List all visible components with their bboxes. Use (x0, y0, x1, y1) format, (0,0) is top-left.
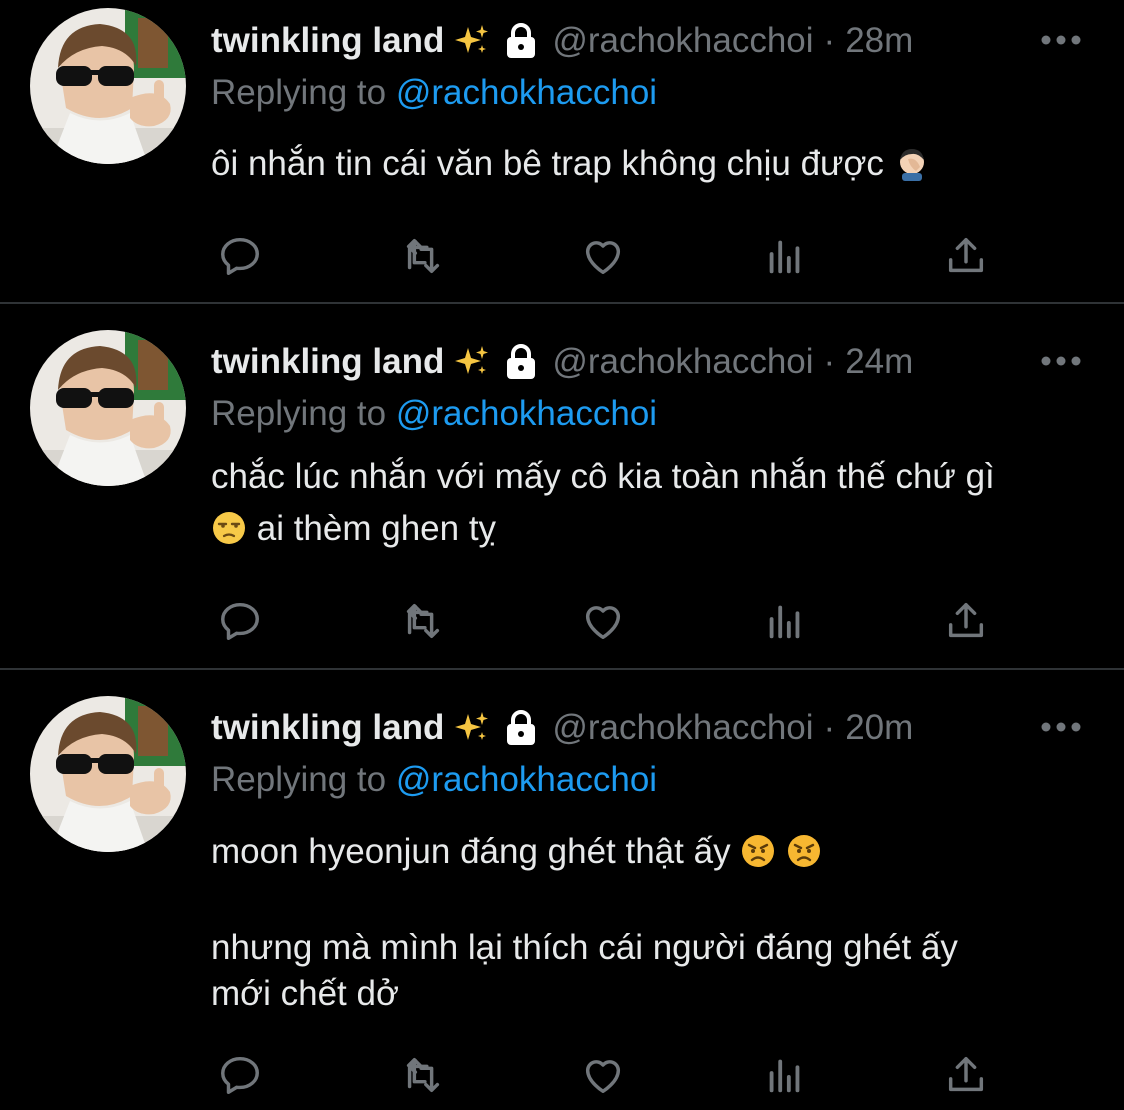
like-icon (580, 233, 626, 279)
display-name[interactable]: twinkling land (211, 342, 444, 382)
lock-icon (504, 344, 538, 380)
action-bar (210, 1050, 1010, 1100)
like-icon (580, 1052, 626, 1098)
more-icon[interactable] (1040, 721, 1082, 733)
action-bar (210, 596, 1010, 646)
more-icon[interactable] (1040, 34, 1082, 46)
tweet-text-line: ôi nhắn tin cái văn bê trap không chịu đ… (211, 144, 884, 183)
timestamp[interactable]: 24m (845, 342, 913, 382)
analytics-icon (762, 1052, 808, 1098)
replying-to: Replying to @rachokhacchoi (211, 73, 657, 113)
separator-dot: · (823, 708, 836, 747)
sparkles-emoji (454, 344, 490, 380)
facepalm-emoji (894, 145, 930, 181)
share-icon (943, 598, 989, 644)
retweet-button[interactable] (397, 1050, 449, 1100)
analytics-button[interactable] (759, 231, 811, 281)
reply-icon (217, 1052, 263, 1098)
lock-icon (504, 710, 538, 746)
tweet-text: ôi nhắn tin cái văn bê trap không chịu đ… (211, 138, 1101, 190)
user-handle[interactable]: @rachokhacchoi (552, 21, 813, 61)
display-name[interactable]: twinkling land (211, 21, 444, 61)
tweet[interactable]: twinkling land @rachokhacchoi · 28m Repl… (0, 0, 1124, 304)
replying-to-label: Replying to (211, 760, 387, 799)
share-button[interactable] (940, 1050, 992, 1100)
like-icon (580, 598, 626, 644)
replying-to-label: Replying to (211, 73, 387, 112)
retweet-icon (400, 1052, 446, 1098)
avatar[interactable] (30, 8, 186, 164)
analytics-icon (762, 598, 808, 644)
tweet-text-line: ai thèm ghen tỵ (256, 509, 497, 548)
more-icon[interactable] (1040, 355, 1082, 367)
tweet-text: chắc lúc nhắn với mấy cô kia toàn nhắn t… (211, 451, 1101, 555)
mention-link[interactable]: @rachokhacchoi (396, 760, 657, 799)
replying-to: Replying to @rachokhacchoi (211, 394, 657, 434)
retweet-icon (400, 233, 446, 279)
tweet-text-line: chắc lúc nhắn với mấy cô kia toàn nhắn t… (211, 457, 995, 496)
analytics-icon (762, 233, 808, 279)
share-icon (943, 1052, 989, 1098)
user-handle[interactable]: @rachokhacchoi (552, 342, 813, 382)
timestamp[interactable]: 28m (845, 21, 913, 61)
retweet-icon (400, 598, 446, 644)
display-name[interactable]: twinkling land (211, 708, 444, 748)
like-button[interactable] (577, 231, 629, 281)
share-button[interactable] (940, 596, 992, 646)
like-button[interactable] (577, 596, 629, 646)
reply-icon (217, 598, 263, 644)
tweet-header: twinkling land @rachokhacchoi · 28m (211, 18, 913, 64)
separator-dot: · (823, 342, 836, 381)
tweet-header: twinkling land @rachokhacchoi · 20m (211, 705, 913, 751)
angry-face-emoji (740, 833, 776, 869)
retweet-button[interactable] (397, 231, 449, 281)
tweet-text: moon hyeonjun đáng ghét thật ấy nhưng mà… (211, 826, 1101, 1020)
analytics-button[interactable] (759, 596, 811, 646)
like-button[interactable] (577, 1050, 629, 1100)
reply-button[interactable] (214, 596, 266, 646)
replying-to: Replying to @rachokhacchoi (211, 760, 657, 800)
retweet-button[interactable] (397, 596, 449, 646)
tweet[interactable]: twinkling land @rachokhacchoi · 20m Repl… (0, 670, 1124, 1110)
action-bar (210, 231, 1010, 281)
share-icon (943, 233, 989, 279)
reply-button[interactable] (214, 231, 266, 281)
tweet-text-line: mới chết dở (211, 974, 399, 1013)
sparkles-emoji (454, 23, 490, 59)
unamused-face-emoji (211, 510, 247, 546)
share-button[interactable] (940, 231, 992, 281)
avatar[interactable] (30, 330, 186, 486)
analytics-button[interactable] (759, 1050, 811, 1100)
tweet-header: twinkling land @rachokhacchoi · 24m (211, 339, 913, 385)
mention-link[interactable]: @rachokhacchoi (396, 73, 657, 112)
lock-icon (504, 23, 538, 59)
separator-dot: · (823, 21, 836, 60)
timestamp[interactable]: 20m (845, 708, 913, 748)
tweet-text-line: moon hyeonjun đáng ghét thật ấy (211, 832, 731, 871)
replying-to-label: Replying to (211, 394, 387, 433)
reply-button[interactable] (214, 1050, 266, 1100)
sparkles-emoji (454, 710, 490, 746)
reply-icon (217, 233, 263, 279)
tweet[interactable]: twinkling land @rachokhacchoi · 24m Repl… (0, 304, 1124, 670)
mention-link[interactable]: @rachokhacchoi (396, 394, 657, 433)
tweet-text-line: nhưng mà mình lại thích cái người đáng g… (211, 928, 958, 967)
user-handle[interactable]: @rachokhacchoi (552, 708, 813, 748)
angry-face-emoji (786, 833, 822, 869)
tweet-feed: twinkling land @rachokhacchoi · 28m Repl… (0, 0, 1124, 1110)
avatar[interactable] (30, 696, 186, 852)
